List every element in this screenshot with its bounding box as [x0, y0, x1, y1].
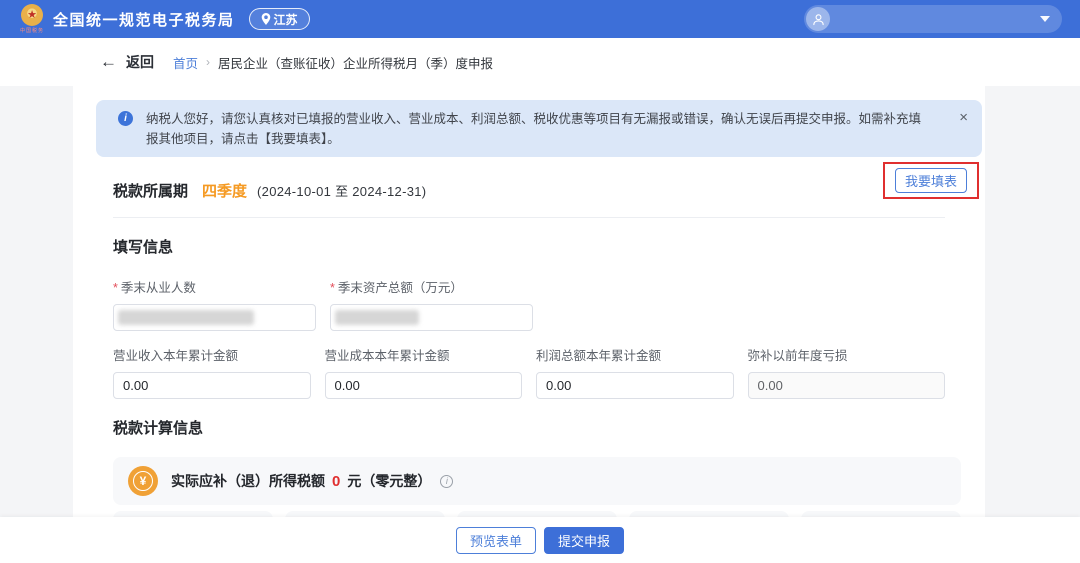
- operating-cost-input[interactable]: [324, 372, 522, 399]
- national-emblem-icon: ★: [21, 4, 43, 26]
- summary-label: 实际应补（退）所得税额: [171, 473, 325, 489]
- preview-form-button[interactable]: 预览表单: [455, 526, 536, 554]
- user-account-dropdown[interactable]: [804, 5, 1062, 33]
- tax-calc-section-title: 税款计算信息: [113, 420, 204, 437]
- region-label: 江苏: [273, 12, 298, 27]
- field-total-assets: * 季末资产总额（万元）: [330, 277, 533, 331]
- back-arrow-icon[interactable]: ←: [100, 52, 117, 72]
- summary-unit: 元（零元整）: [347, 473, 432, 489]
- breadcrumb-bar: ← 返回 首页 › 居民企业（查账征收）企业所得税月（季）度申报: [0, 38, 1080, 86]
- field-loss-carryover: 弥补以前年度亏损: [747, 345, 945, 399]
- close-icon[interactable]: ×: [959, 110, 968, 125]
- tax-period-row: 税款所属期 四季度 (2024-10-01 至 2024-12-31): [113, 177, 945, 203]
- tax-period-quarter: 四季度: [202, 182, 248, 200]
- field-operating-cost: 营业成本本年累计金额: [324, 345, 522, 399]
- info-icon[interactable]: i: [440, 474, 454, 488]
- back-button[interactable]: 返回: [126, 52, 154, 72]
- chevron-down-icon: [1040, 16, 1050, 22]
- location-pin-icon: [261, 13, 270, 25]
- required-fields-row: * 季末从业人数 * 季末资产总额（万元）: [113, 277, 945, 331]
- amount-fields-row: 营业收入本年累计金额 营业成本本年累计金额 利润总额本年累计金额 弥补以前年度亏…: [113, 345, 945, 399]
- field-employees: * 季末从业人数: [113, 277, 316, 331]
- bottom-action-bar: 预览表单 提交申报: [0, 517, 1080, 563]
- field-total-profit: 利润总额本年累计金额: [536, 345, 734, 399]
- fill-info-section-title: 填写信息: [113, 239, 174, 256]
- submit-declaration-button[interactable]: 提交申报: [544, 526, 625, 554]
- required-asterisk: *: [113, 281, 118, 295]
- field-label-employees: 季末从业人数: [120, 281, 196, 295]
- required-asterisk: *: [330, 281, 335, 295]
- field-label-operating-cost: 营业成本本年累计金额: [324, 349, 450, 363]
- redacted-value-blur: [118, 310, 254, 325]
- info-icon: i: [118, 111, 133, 126]
- field-operating-income: 营业收入本年累计金额: [113, 345, 311, 399]
- field-label-total-assets: 季末资产总额（万元）: [337, 281, 463, 295]
- operating-income-input[interactable]: [113, 372, 311, 399]
- total-profit-input[interactable]: [536, 372, 734, 399]
- main-content-card: i 纳税人您好，请您认真核对已填报的营业收入、营业成本、利润总额、税收优惠等项目…: [73, 86, 985, 563]
- field-label-operating-income: 营业收入本年累计金额: [113, 349, 239, 363]
- breadcrumb-current: 居民企业（查账征收）企业所得税月（季）度申报: [218, 56, 494, 71]
- tax-period-range: (2024-10-01 至 2024-12-31): [257, 183, 427, 199]
- taxpayer-notice-banner: i 纳税人您好，请您认真核对已填报的营业收入、营业成本、利润总额、税收优惠等项目…: [96, 100, 982, 157]
- fill-form-button[interactable]: 我要填表: [894, 168, 967, 193]
- coin-icon: ¥: [128, 466, 158, 496]
- page: ★ 中国税务 全国统一规范电子税务局 江苏 ← 返回 首页 › 居民企业（查账征…: [0, 0, 1080, 563]
- region-selector[interactable]: 江苏: [248, 8, 310, 30]
- breadcrumb-separator: ›: [206, 55, 211, 69]
- logo-caption: 中国税务: [20, 28, 45, 34]
- section-divider: [113, 217, 945, 218]
- app-header: ★ 中国税务 全国统一规范电子税务局 江苏: [0, 0, 1080, 38]
- fill-form-highlight-annotation: 我要填表: [883, 162, 979, 199]
- notice-text: 纳税人您好，请您认真核对已填报的营业收入、营业成本、利润总额、税收优惠等项目有无…: [146, 112, 922, 146]
- field-label-loss-carryover: 弥补以前年度亏损: [747, 349, 848, 363]
- breadcrumb-home[interactable]: 首页: [173, 53, 198, 72]
- user-avatar-icon: [806, 7, 830, 31]
- tax-period-label: 税款所属期: [113, 182, 189, 200]
- field-label-total-profit: 利润总额本年累计金额: [536, 349, 662, 363]
- tax-bureau-logo: ★ 中国税务: [20, 4, 44, 34]
- app-title: 全国统一规范电子税务局: [53, 11, 235, 29]
- redacted-value-blur: [335, 310, 419, 325]
- summary-value: 0: [332, 472, 341, 490]
- tax-summary-card: ¥ 实际应补（退）所得税额 0 元（零元整） i: [113, 457, 961, 505]
- loss-carryover-input: [747, 372, 945, 399]
